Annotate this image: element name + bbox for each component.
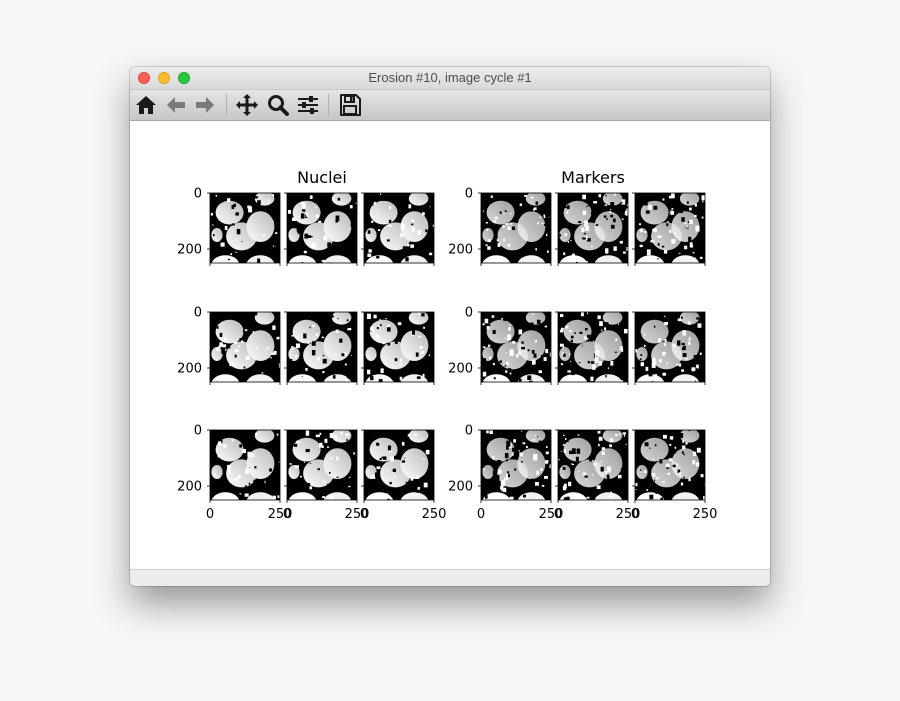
- image-subplot: [555, 429, 629, 503]
- arrow-left-icon: [167, 97, 185, 113]
- back-button[interactable]: [164, 93, 188, 117]
- y-tick-label: 0: [194, 424, 202, 439]
- toolbar-separator: [226, 94, 227, 116]
- image-subplot: [478, 192, 552, 266]
- app-window: Erosion #10, image cycle #1 Nuclei 0 200…: [130, 67, 770, 586]
- configure-subplots-button[interactable]: [296, 93, 320, 117]
- image-subplot: [361, 429, 435, 503]
- image-subplot: [284, 429, 358, 503]
- x-tick-label: 0: [206, 507, 214, 522]
- image-subplot: [478, 311, 552, 385]
- save-button[interactable]: [338, 93, 362, 117]
- image-subplot: [207, 192, 281, 266]
- y-tick-label: 200: [177, 480, 202, 495]
- home-button[interactable]: [134, 93, 158, 117]
- x-tick-label: 250: [693, 507, 718, 522]
- pan-button[interactable]: [235, 93, 259, 117]
- image-subplot: [361, 311, 435, 385]
- y-tick-label: 0: [465, 187, 473, 202]
- image-subplot: [207, 429, 281, 503]
- floppy-disk-icon: [340, 94, 361, 116]
- arrow-right-icon: [196, 97, 214, 113]
- image-subplot: [555, 192, 629, 266]
- y-tick-label: 0: [194, 306, 202, 321]
- y-tick-label: 0: [465, 306, 473, 321]
- y-tick-label: 200: [177, 243, 202, 258]
- y-tick-label: 200: [448, 480, 473, 495]
- x-tick-label: 0: [360, 507, 368, 522]
- y-tick-label: 0: [194, 187, 202, 202]
- x-tick-label: 250: [422, 507, 447, 522]
- x-tick-label: 0: [283, 507, 291, 522]
- image-subplot: [284, 311, 358, 385]
- x-tick-label: 0: [631, 507, 639, 522]
- panel-title: Nuclei: [297, 168, 347, 187]
- title-bar[interactable]: Erosion #10, image cycle #1: [130, 67, 770, 90]
- image-subplot: [284, 192, 358, 266]
- move-icon: [236, 94, 258, 116]
- status-bar: [130, 569, 770, 586]
- toolbar-separator: [328, 94, 329, 116]
- image-subplot: [555, 311, 629, 385]
- image-subplot: [361, 192, 435, 266]
- zoom-button[interactable]: [266, 93, 290, 117]
- image-subplot: [632, 429, 706, 503]
- y-tick-label: 0: [465, 424, 473, 439]
- figure: Nuclei0200020002000 2500 2500 250Markers020…: [177, 168, 718, 522]
- x-tick-label: 0: [554, 507, 562, 522]
- image-subplot: [207, 311, 281, 385]
- y-tick-label: 200: [448, 243, 473, 258]
- image-subplot: [478, 429, 552, 503]
- magnifier-icon: [268, 95, 289, 116]
- image-subplot: [632, 192, 706, 266]
- panel-title: Markers: [561, 168, 625, 187]
- y-tick-label: 200: [177, 362, 202, 377]
- image-subplot: [632, 311, 706, 385]
- x-tick-label: 0: [477, 507, 485, 522]
- window-title: Erosion #10, image cycle #1: [368, 70, 532, 85]
- home-icon: [136, 96, 156, 114]
- navigation-toolbar: [130, 90, 770, 121]
- forward-button[interactable]: [193, 93, 217, 117]
- y-tick-label: 200: [448, 362, 473, 377]
- sliders-icon: [298, 96, 318, 114]
- figure-canvas[interactable]: Nuclei 0 200 0 200 0 200 0 250 0 250 0 250 Markers 0 20…: [130, 121, 770, 569]
